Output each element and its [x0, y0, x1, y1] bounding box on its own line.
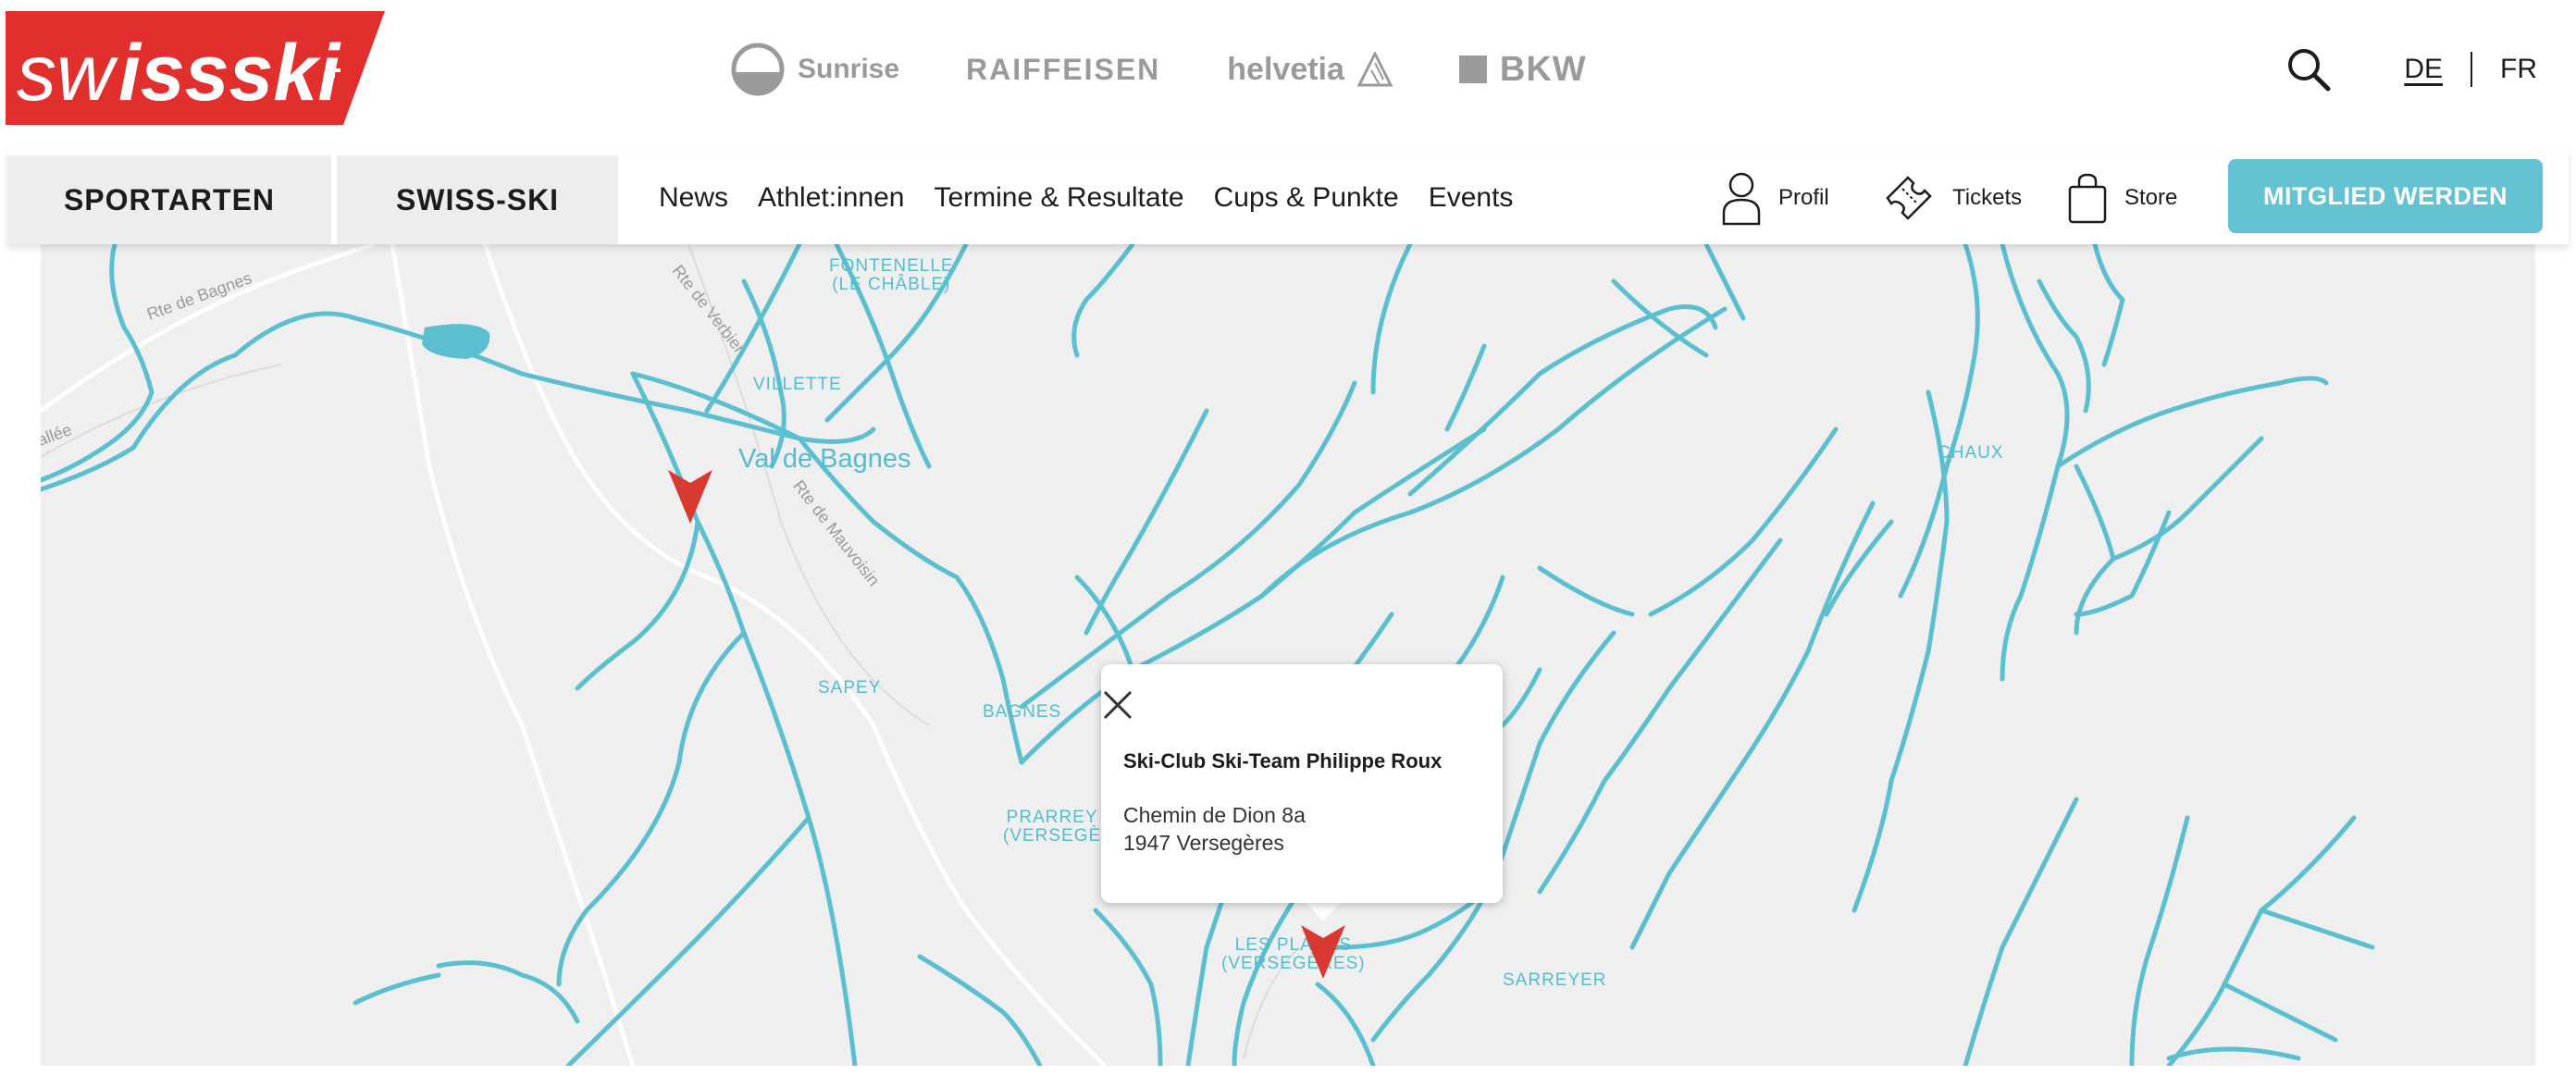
svg-text:issski: issski	[118, 29, 341, 117]
nav-links: News Athlet:innen Termine & Resultate Cu…	[659, 152, 1513, 244]
place-val-de-bagnes: Val de Bagnes	[738, 444, 911, 474]
popup-address-street: Chemin de Dion 8a	[1123, 803, 1306, 827]
tickets-link[interactable]: Tickets	[1880, 152, 2022, 244]
ticket-icon	[1886, 176, 1932, 220]
place-villette: VILLETTE	[753, 375, 842, 394]
language-de[interactable]: DE	[2398, 54, 2448, 85]
close-icon[interactable]	[1101, 688, 1134, 722]
nav-link-events-results[interactable]: Termine & Resultate	[934, 182, 1183, 214]
popup-pointer	[1305, 901, 1342, 921]
nav-link-athletes[interactable]: Athlet:innen	[758, 182, 904, 214]
place-fontenelle: FONTENELLE (LE CHÂBLE)	[829, 256, 954, 294]
helvetia-icon	[1356, 52, 1393, 87]
svg-text:sw: sw	[17, 29, 118, 117]
language-divider	[2471, 52, 2472, 87]
club-map[interactable]: FONTENELLE (LE CHÂBLE) VILLETTE Val de Ba…	[41, 244, 2535, 1066]
language-fr[interactable]: FR	[2495, 54, 2543, 85]
tab-swiss-ski[interactable]: SWISS-SKI	[337, 155, 618, 244]
sponsor-sunrise[interactable]: Sunrise	[731, 43, 899, 96]
sponsor-helvetia[interactable]: helvetia	[1227, 52, 1393, 88]
sunrise-icon	[731, 43, 785, 96]
place-chaux: CHAUX	[1938, 443, 2004, 463]
nav-link-news[interactable]: News	[659, 182, 728, 214]
place-sapey: SAPEY	[818, 678, 882, 698]
shopping-bag-icon	[2068, 173, 2107, 224]
sponsor-raiffeisen[interactable]: RAIFFEISEN	[966, 53, 1160, 87]
header-tools: DE FR	[2285, 39, 2543, 100]
profile-link[interactable]: Profil	[1721, 152, 1829, 244]
tab-sportarten[interactable]: SPORTARTEN	[7, 155, 331, 244]
popup-title: Ski-Club Ski-Team Philippe Roux	[1123, 749, 1443, 772]
place-bagnes: BAGNES	[983, 702, 1062, 722]
search-icon[interactable]	[2285, 46, 2332, 93]
club-info-popup: Ski-Club Ski-Team Philippe Roux Chemin d…	[1101, 664, 1503, 903]
bkw-square-icon	[1458, 56, 1487, 83]
profile-icon	[1722, 172, 1761, 226]
place-sarreyer: SARREYER	[1503, 970, 1607, 990]
sponsor-bkw[interactable]: BKW	[1458, 50, 1587, 90]
sponsor-bar: Sunrise RAIFFEISEN helvetia BKW	[731, 35, 1587, 104]
main-navigation: SPORTARTEN SWISS-SKI News Athlet:innen T…	[7, 152, 2569, 244]
nav-link-cups-points[interactable]: Cups & Punkte	[1214, 182, 1399, 214]
place-prarreyer: PRARREY (VERSEGÈ	[1003, 808, 1102, 846]
club-marker-icon[interactable]	[668, 470, 712, 524]
store-link[interactable]: Store	[2067, 152, 2177, 244]
top-bar: sw issski Sunrise RAIFFEISEN helvetia BK…	[0, 0, 2576, 125]
swiss-ski-logo[interactable]: sw issski	[6, 11, 385, 125]
become-member-button[interactable]: MITGLIED WERDEN	[2228, 159, 2543, 233]
club-marker-icon[interactable]	[1301, 925, 1345, 979]
nav-link-events[interactable]: Events	[1429, 182, 1514, 214]
popup-address-city: 1947 Versegères	[1123, 831, 1284, 855]
popup-address: Chemin de Dion 8a 1947 Versegères	[1123, 801, 1306, 857]
